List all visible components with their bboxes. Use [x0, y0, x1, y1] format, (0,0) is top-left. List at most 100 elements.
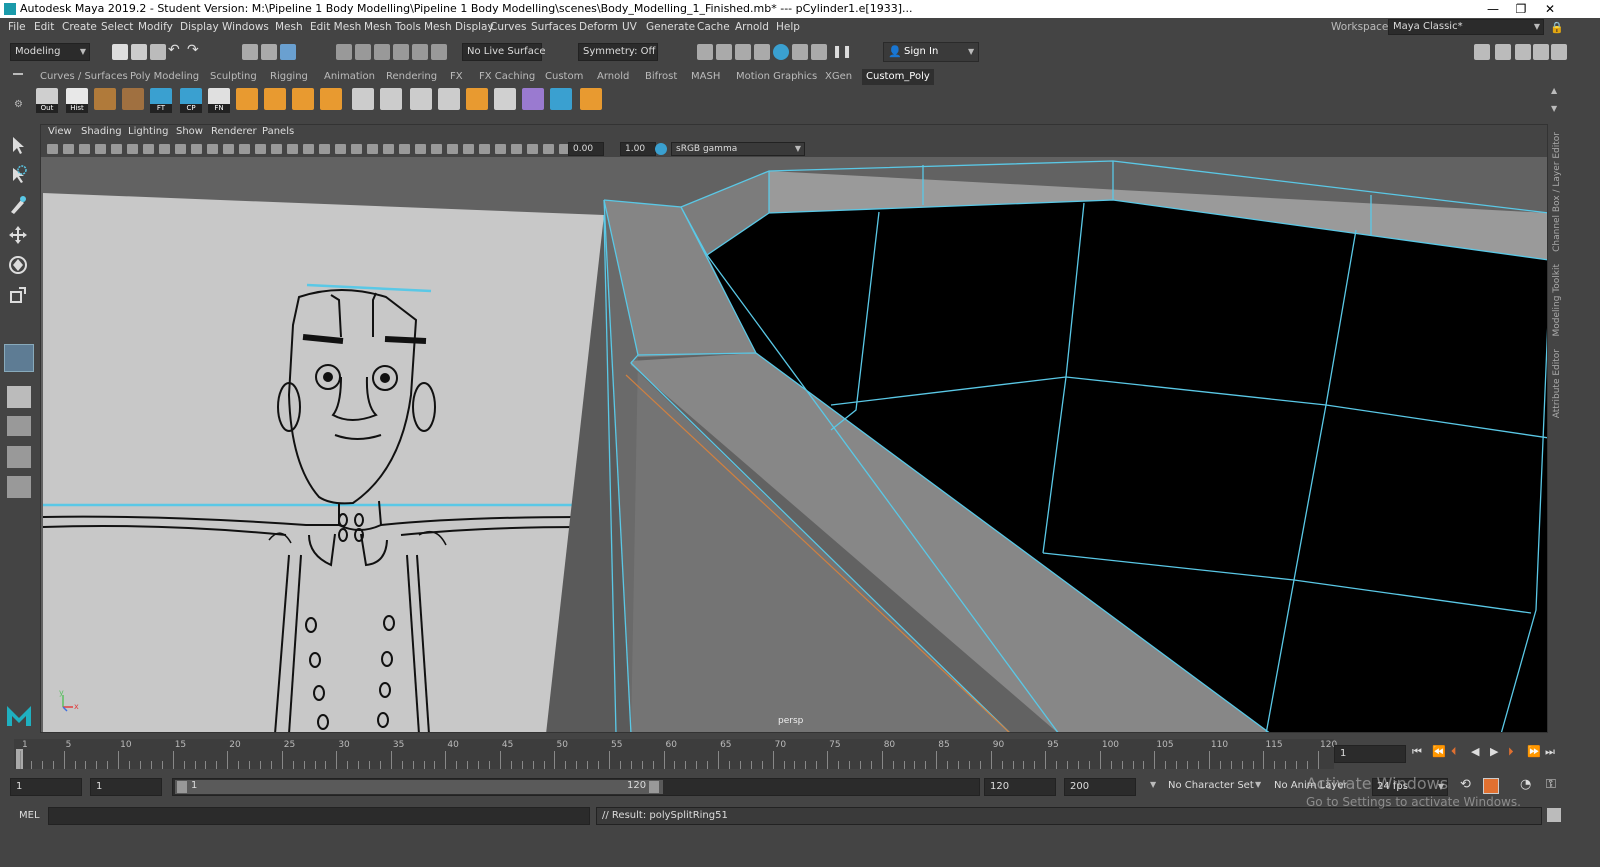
menu-file[interactable]: File [8, 18, 26, 37]
panel-menu-shading[interactable]: Shading [81, 126, 122, 137]
tab-sculpting[interactable]: Sculpting [206, 69, 261, 85]
tab-xgen[interactable]: XGen [821, 69, 856, 85]
snap-view-plane-icon[interactable] [412, 44, 428, 60]
panel-tool-icon[interactable] [79, 144, 90, 154]
step-forward-frame-icon[interactable]: ⏵ [1508, 745, 1514, 759]
render-view-icon[interactable] [792, 44, 808, 60]
render-settings-icon[interactable] [754, 44, 770, 60]
modeling-toolkit-icon[interactable] [1474, 44, 1490, 60]
play-forward-icon[interactable]: ▶ [1490, 745, 1498, 758]
go-to-end-icon[interactable]: ⏭ [1545, 745, 1555, 759]
live-surface-field[interactable]: No Live Surface [462, 43, 545, 61]
panel-tool-icon[interactable] [383, 144, 394, 154]
render-current-icon[interactable] [697, 44, 713, 60]
workspace-dropdown[interactable]: Maya Classic* ▼ [1388, 19, 1544, 35]
gear-icon[interactable]: ⚙ [14, 99, 23, 110]
tab-animation[interactable]: Animation [320, 69, 379, 85]
script-language-label[interactable]: MEL [19, 810, 40, 821]
render-sequence-icon[interactable] [716, 44, 732, 60]
key-icon[interactable]: ⚿ [1546, 777, 1556, 792]
shelf-tool-icon[interactable] [122, 88, 144, 110]
make-live-icon[interactable] [431, 44, 447, 60]
shelf-tool-icon[interactable]: FT [150, 88, 172, 113]
snap-point-icon[interactable] [374, 44, 390, 60]
tab-fx[interactable]: FX [446, 69, 467, 85]
panel-tool-icon[interactable] [47, 144, 58, 154]
menu-edit-mesh[interactable]: Edit Mesh [310, 18, 361, 37]
shelf-tool-icon[interactable]: Hist [66, 88, 88, 113]
minimize-button[interactable]: — [1478, 0, 1508, 18]
shelf-tool-icon[interactable] [264, 88, 286, 110]
panel-tool-icon[interactable] [367, 144, 378, 154]
panel-tool-icon[interactable] [303, 144, 314, 154]
tab-rigging[interactable]: Rigging [266, 69, 312, 85]
sign-in-button[interactable]: 👤 Sign In ▼ [883, 42, 979, 62]
anim-start-field[interactable]: 1 [90, 778, 162, 796]
panel-tool-icon[interactable] [447, 144, 458, 154]
hypershade-icon[interactable] [773, 44, 789, 60]
single-pane-layout-icon[interactable] [4, 344, 34, 372]
tab-custom-poly[interactable]: Custom_Poly [862, 69, 934, 85]
panel-tool-icon[interactable] [255, 144, 266, 154]
persp-outliner-layout-icon[interactable] [7, 446, 31, 468]
panel-tool-icon[interactable] [207, 144, 218, 154]
panel-tool-icon[interactable] [415, 144, 426, 154]
new-scene-icon[interactable] [112, 44, 128, 60]
menu-deform[interactable]: Deform [579, 18, 618, 37]
shelf-tool-icon[interactable] [438, 88, 460, 110]
close-button[interactable]: ✕ [1535, 0, 1565, 18]
arnold-render-icon[interactable] [811, 44, 827, 60]
tab-poly-modeling[interactable]: Poly Modeling [126, 69, 203, 85]
menu-cache[interactable]: Cache [697, 18, 730, 37]
end-time-field[interactable]: 120 [984, 778, 1056, 796]
menu-display[interactable]: Display [180, 18, 219, 37]
menu-create[interactable]: Create [62, 18, 97, 37]
open-scene-icon[interactable] [131, 44, 147, 60]
chevron-down-icon[interactable]: ▼ [1150, 780, 1156, 789]
pause-icon[interactable]: ❚❚ [832, 44, 852, 58]
shelf-tool-icon[interactable] [320, 88, 342, 110]
rotate-tool-icon[interactable] [7, 254, 29, 276]
tab-bifrost[interactable]: Bifrost [641, 69, 681, 85]
paint-select-icon[interactable] [7, 194, 29, 216]
loop-icon[interactable]: ⟲ [1460, 777, 1471, 792]
colorspace-dropdown[interactable]: sRGB gamma ▼ [671, 142, 805, 156]
menu-arnold[interactable]: Arnold [735, 18, 769, 37]
panel-tool-icon[interactable] [127, 144, 138, 154]
lasso-tool-icon[interactable] [7, 164, 29, 186]
tab-custom[interactable]: Custom [541, 69, 587, 85]
shelf-tool-icon[interactable] [494, 88, 516, 110]
layer-editor-icon[interactable] [1551, 44, 1567, 60]
panel-tool-icon[interactable] [143, 144, 154, 154]
play-backward-icon[interactable]: ◀ [1471, 745, 1479, 758]
attribute-editor-tab[interactable]: Attribute Editor [1552, 349, 1562, 418]
four-view-layout-icon[interactable] [7, 386, 31, 408]
select-object-icon[interactable] [261, 44, 277, 60]
chevron-down-icon[interactable]: ▼ [1255, 780, 1261, 789]
panel-tool-icon[interactable] [495, 144, 506, 154]
scale-tool-icon[interactable] [7, 284, 29, 306]
snap-curve-icon[interactable] [355, 44, 371, 60]
menu-mesh[interactable]: Mesh [275, 18, 303, 37]
current-frame-field[interactable]: 1 [1334, 745, 1406, 763]
channel-box-icon[interactable] [1533, 44, 1549, 60]
panel-menu-show[interactable]: Show [176, 126, 203, 137]
menu-curves[interactable]: Curves [490, 18, 526, 37]
shelf-tool-icon[interactable] [292, 88, 314, 110]
shelf-tool-icon[interactable] [580, 88, 602, 110]
attribute-editor-icon[interactable] [1495, 44, 1511, 60]
tab-rendering[interactable]: Rendering [382, 69, 441, 85]
gamma-field[interactable]: 1.00 [620, 142, 656, 156]
outliner-icon[interactable] [7, 476, 31, 498]
menu-surfaces[interactable]: Surfaces [531, 18, 576, 37]
shelf-scroll-down-icon[interactable]: ▼ [1551, 104, 1557, 113]
panel-tool-icon[interactable] [543, 144, 554, 154]
panel-tool-icon[interactable] [527, 144, 538, 154]
anim-prefs-icon[interactable]: ◔ [1520, 777, 1531, 792]
modeling-toolkit-tab[interactable]: Modeling Toolkit [1552, 264, 1562, 337]
shelf-tool-icon[interactable]: FN [208, 88, 230, 113]
panel-tool-icon[interactable] [431, 144, 442, 154]
select-hierarchy-icon[interactable] [242, 44, 258, 60]
shelf-tool-icon[interactable]: CP [180, 88, 202, 113]
go-to-start-icon[interactable]: ⏮ [1412, 745, 1422, 759]
